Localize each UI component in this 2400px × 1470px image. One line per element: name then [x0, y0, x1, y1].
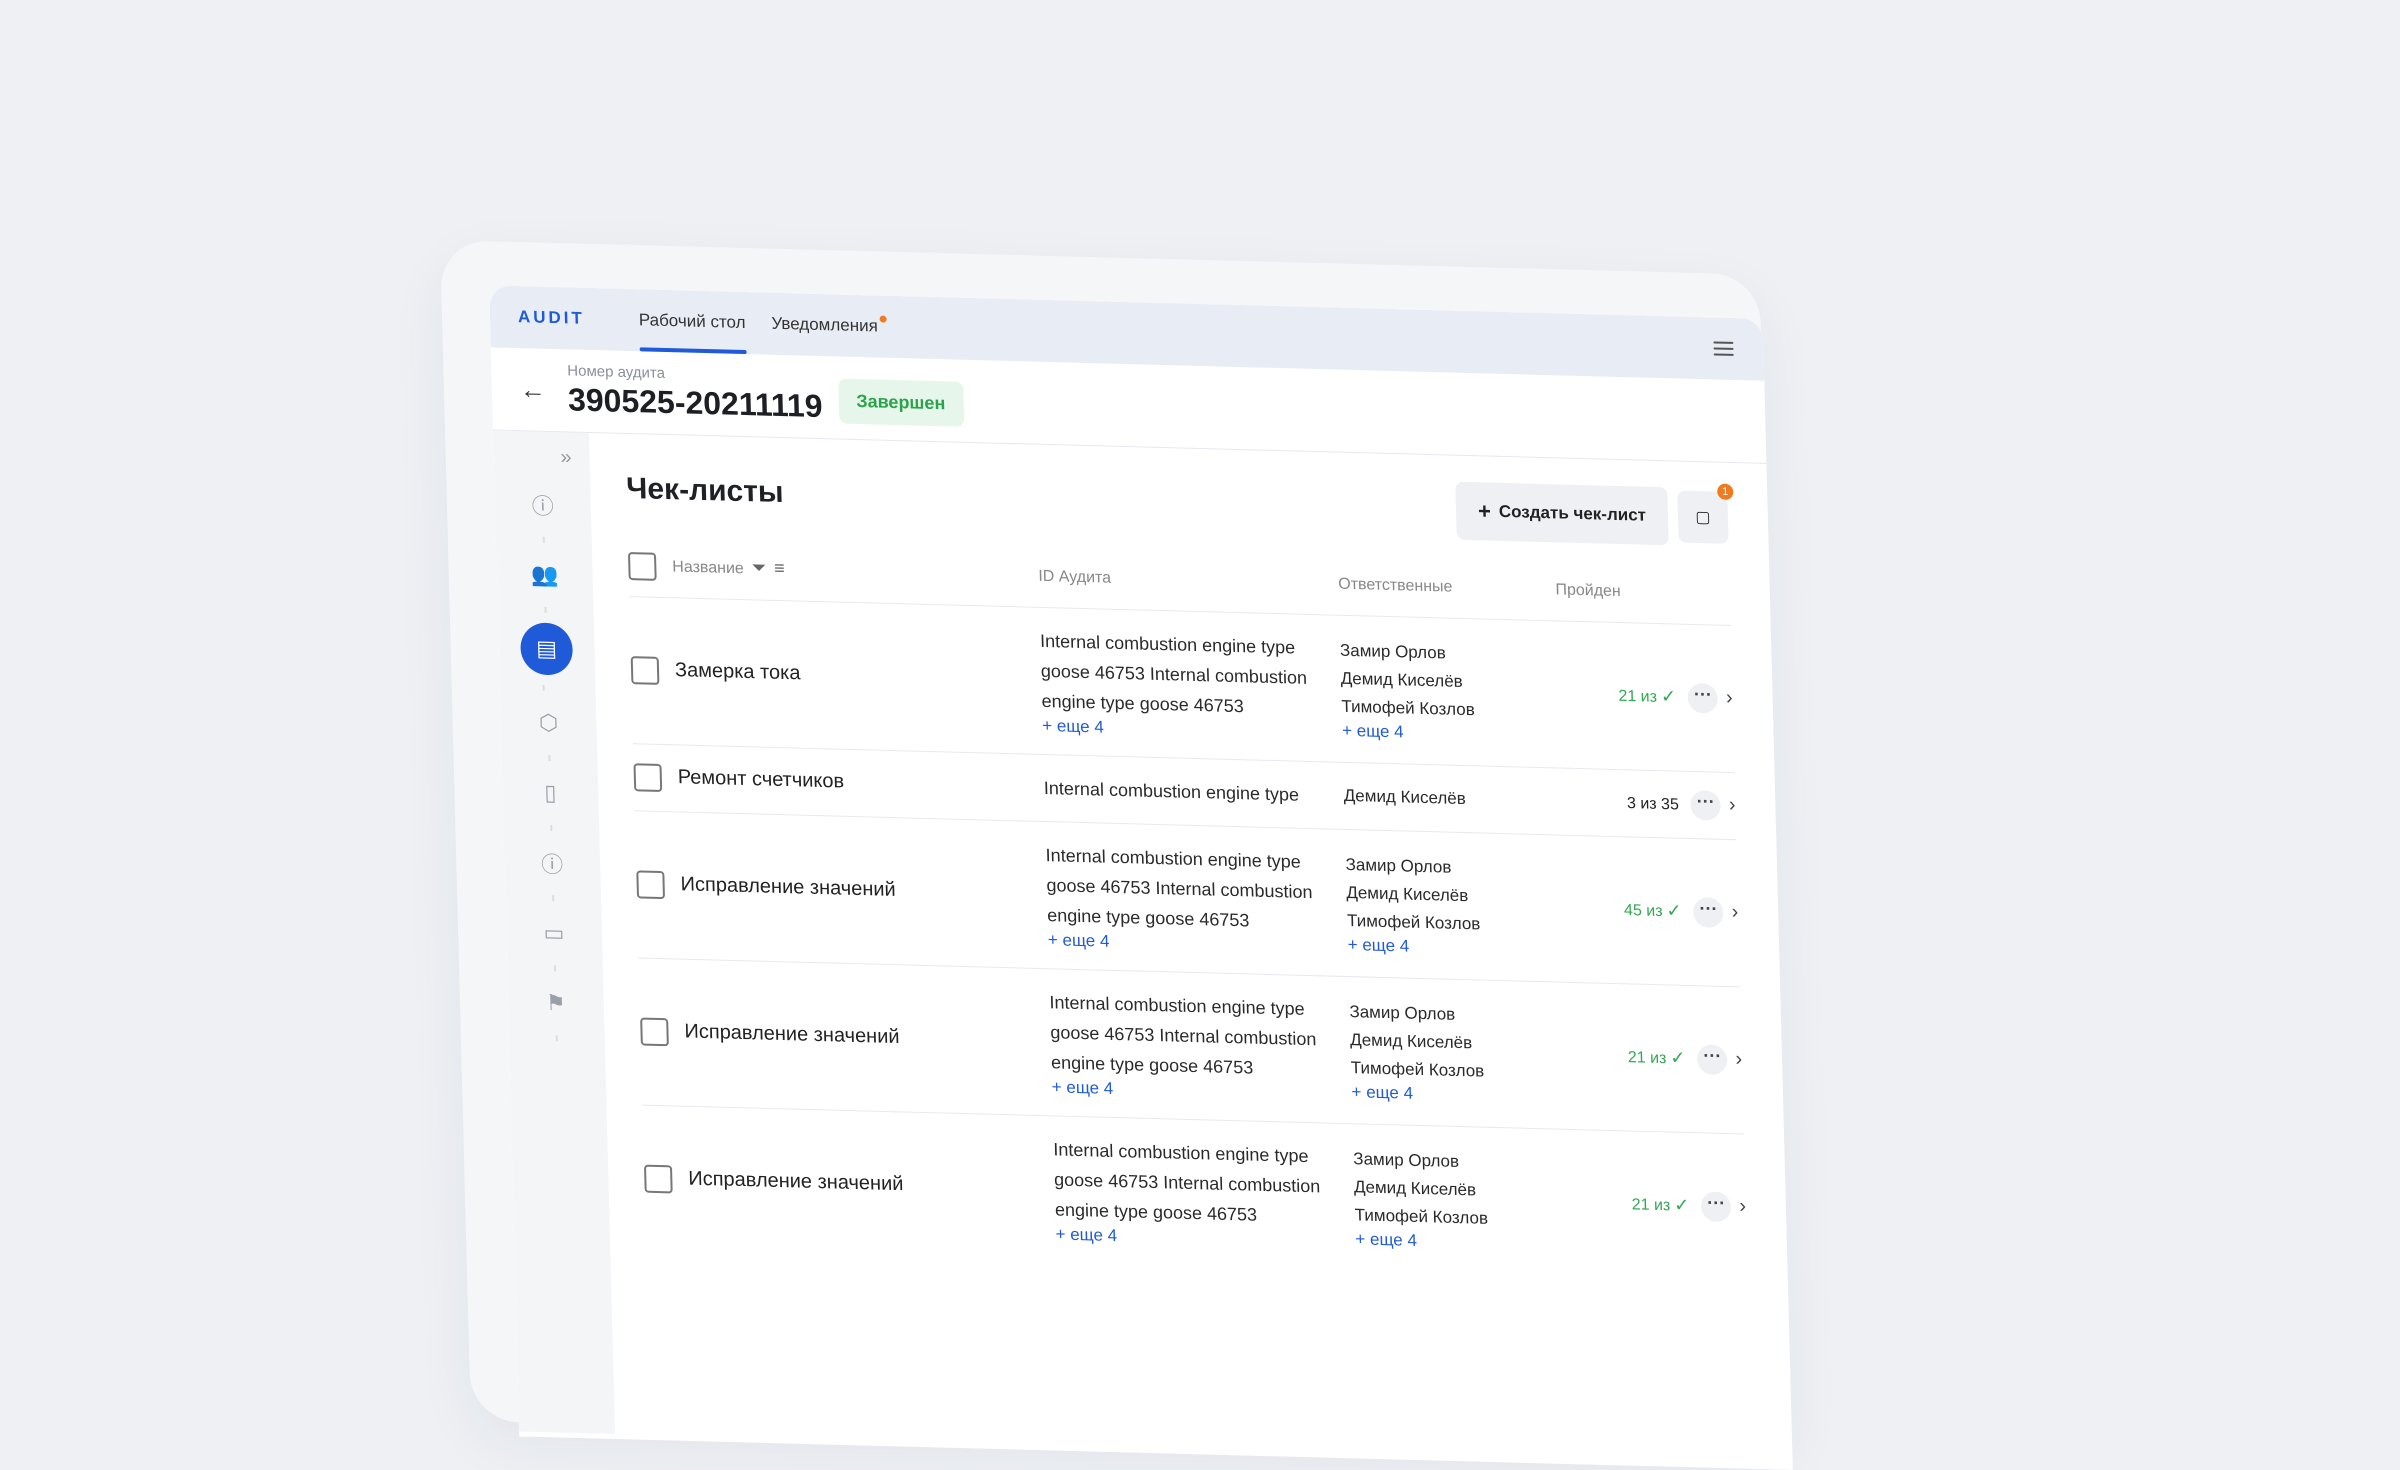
check-icon: ✓ [1673, 1194, 1690, 1215]
clipboard-icon[interactable]: ▯ [528, 770, 573, 815]
page-title: Чек-листы [625, 471, 784, 510]
audit-id-text: Internal combustion engine type [1043, 778, 1300, 805]
passed-value: 45 из [1623, 902, 1663, 921]
more-options-icon[interactable]: ··· [1690, 789, 1722, 821]
check-icon: ✓ [1670, 1047, 1686, 1068]
back-arrow-icon[interactable]: ← [519, 374, 546, 406]
audit-id-text: Internal combustion engine type goose 46… [1053, 1139, 1321, 1225]
responsible-person: Демид Киселёв [1343, 785, 1466, 809]
create-checklist-button[interactable]: + Создать чек-лист [1455, 481, 1669, 546]
device-scene: AUDIT Рабочий стол Уведомления ← Номер а… [440, 240, 1793, 1470]
status-badge: Завершен [837, 377, 964, 427]
row-checkbox[interactable] [636, 870, 666, 900]
box-icon[interactable]: ⬡ [526, 700, 571, 745]
chevron-right-icon[interactable]: › [1731, 901, 1738, 923]
comments-count-badge: 1 [1717, 483, 1734, 500]
table-row[interactable]: Исправление значений Internal combustion… [634, 810, 1741, 987]
check-icon: ✓ [1660, 685, 1677, 707]
row-checkbox[interactable] [633, 763, 663, 793]
chevron-right-icon[interactable]: › [1735, 1048, 1742, 1070]
audit-id-text: Internal combustion engine type goose 46… [1039, 630, 1308, 717]
table-row[interactable]: Исправление значений Internal combustion… [638, 957, 1745, 1134]
check-icon: ✓ [1666, 900, 1682, 921]
row-checkbox[interactable] [640, 1017, 669, 1047]
col-name: Название [672, 558, 745, 578]
users-icon[interactable]: 👥 [522, 552, 567, 597]
file-icon[interactable]: ▭ [531, 911, 576, 956]
col-passed: Пройден [1555, 581, 1621, 601]
filter-icon[interactable]: ⏷ [751, 558, 766, 579]
chevron-right-icon[interactable]: › [1739, 1195, 1746, 1217]
audit-number: 390525-20211119 [567, 381, 823, 425]
passed-value: 21 из [1618, 687, 1658, 706]
more-options-icon[interactable]: ··· [1697, 1044, 1728, 1076]
info-icon[interactable]: ⓘ [520, 482, 565, 527]
select-all-checkbox[interactable] [627, 552, 657, 581]
sort-icon[interactable]: ≡ [774, 558, 785, 579]
checklist-name: Замерка тока [674, 659, 801, 685]
col-responsible: Ответственные [1338, 575, 1453, 596]
passed-value: 21 из [1627, 1049, 1667, 1068]
tab-notifications[interactable]: Уведомления [771, 293, 887, 358]
chevron-right-icon[interactable]: › [1726, 687, 1733, 709]
more-options-icon[interactable]: ··· [1700, 1191, 1732, 1223]
passed-value: 3 из 35 [1626, 795, 1680, 814]
passed-value: 21 из [1631, 1196, 1671, 1215]
double-chevron-right-icon[interactable]: » [493, 444, 590, 470]
app-logo: AUDIT [517, 307, 586, 328]
table-row[interactable]: Замерка тока Internal combustion engine … [629, 596, 1735, 773]
col-audit-id: ID Аудита [1038, 567, 1112, 587]
checklists-panel: Чек-листы + Создать чек-лист ▢ 1 Названи… [589, 433, 1793, 1465]
hamburger-menu-icon[interactable] [1713, 341, 1734, 356]
checklist-name: Исправление значений [680, 873, 896, 901]
app-screen: AUDIT Рабочий стол Уведомления ← Номер а… [489, 285, 1793, 1470]
row-checkbox[interactable] [643, 1164, 673, 1194]
document-icon[interactable]: ▤ [519, 622, 574, 676]
tab-dashboard[interactable]: Рабочий стол [638, 289, 746, 354]
create-checklist-label: Создать чек-лист [1498, 501, 1647, 525]
row-checkbox[interactable] [630, 656, 660, 685]
plus-icon: + [1477, 498, 1492, 524]
notification-dot [879, 315, 887, 323]
checklists-table: Название ⏷ ≡ ID Аудита Ответственные Пройд… [627, 552, 1748, 1281]
chat-icon: ▢ [1695, 508, 1711, 527]
table-row[interactable]: Исправление значений Internal combustion… [642, 1105, 1748, 1281]
comments-button[interactable]: ▢ 1 [1677, 483, 1734, 544]
checklist-name: Исправление значений [684, 1020, 900, 1049]
more-options-icon[interactable]: ··· [1693, 897, 1725, 928]
responsible-more-link[interactable]: + еще 4 [1351, 1082, 1569, 1108]
more-options-icon[interactable]: ··· [1687, 682, 1719, 714]
checklist-name: Ремонт счетчиков [677, 766, 845, 793]
audit-id-text: Internal combustion engine type goose 46… [1045, 845, 1313, 931]
flag-icon[interactable]: ⚑ [533, 981, 578, 1026]
audit-id-text: Internal combustion engine type goose 46… [1049, 992, 1317, 1078]
chevron-right-icon[interactable]: › [1728, 794, 1735, 816]
tab-notifications-label: Уведомления [771, 313, 879, 336]
alert-icon[interactable]: ⓘ [530, 841, 575, 886]
checklist-name: Исправление значений [688, 1167, 904, 1196]
